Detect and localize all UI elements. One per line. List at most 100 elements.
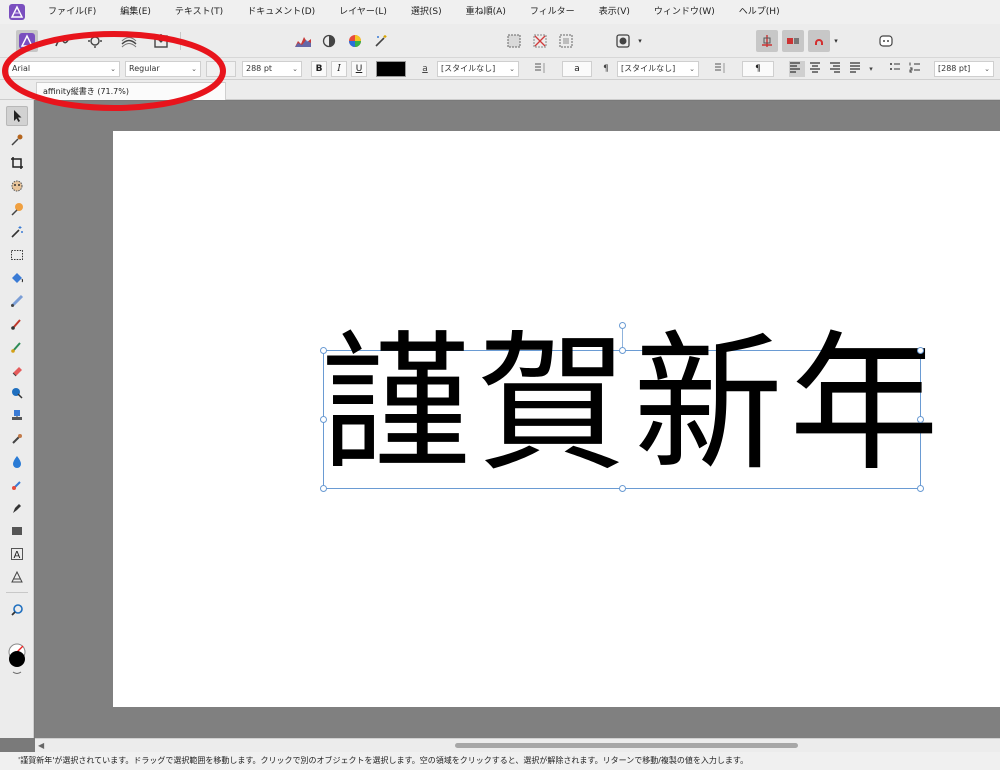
- hsl-icon[interactable]: [344, 30, 366, 52]
- marquee-tool-icon[interactable]: [6, 245, 28, 265]
- text-color-swatch[interactable]: [376, 61, 406, 77]
- quick-mask-chevron-down-icon[interactable]: ▾: [636, 37, 644, 45]
- canvas-area[interactable]: 謹賀新年: [35, 101, 1000, 738]
- document-tab[interactable]: affinity縦書き (71.7%): [36, 82, 226, 100]
- character-style-options-icon[interactable]: [532, 61, 548, 77]
- menu-file[interactable]: ファイル(F): [36, 0, 108, 24]
- levels-icon[interactable]: [292, 30, 314, 52]
- character-style-icon[interactable]: a: [417, 61, 433, 77]
- tools-panel: A: [0, 100, 34, 738]
- paragraph-style-options-icon[interactable]: [712, 61, 728, 77]
- resize-handle-bottom[interactable]: [619, 485, 626, 492]
- align-left-icon[interactable]: [789, 61, 805, 77]
- underline-button[interactable]: U: [351, 61, 367, 77]
- affinity-photo-logo-icon[interactable]: [6, 1, 28, 23]
- artistic-text-tool-icon[interactable]: A: [6, 544, 28, 564]
- flood-select-tool-icon[interactable]: [6, 199, 28, 219]
- scroll-left-arrow-icon[interactable]: ◀: [38, 739, 44, 753]
- crop-tool-icon[interactable]: [6, 153, 28, 173]
- resize-handle-top-left[interactable]: [320, 347, 327, 354]
- magic-wand-tool-icon[interactable]: [6, 222, 28, 242]
- paragraph-mark-button[interactable]: ¶: [742, 61, 774, 77]
- paint-brush-tool-icon[interactable]: [6, 314, 28, 334]
- document-text[interactable]: 謹賀新年: [321, 330, 945, 480]
- color-replacement-brush-tool-icon[interactable]: [6, 337, 28, 357]
- horizontal-scrollbar-thumb[interactable]: [455, 743, 798, 748]
- menu-select[interactable]: 選択(S): [399, 0, 454, 24]
- move-tool-icon[interactable]: [6, 106, 28, 126]
- resize-handle-right[interactable]: [917, 416, 924, 423]
- export-persona-icon[interactable]: [150, 30, 172, 52]
- document-page[interactable]: 謹賀新年: [113, 131, 1000, 707]
- font-size-select[interactable]: 288 pt ⌄: [242, 61, 302, 77]
- select-all-icon[interactable]: [503, 30, 525, 52]
- menu-edit[interactable]: 編集(E): [108, 0, 163, 24]
- dodge-brush-tool-icon[interactable]: [6, 383, 28, 403]
- clone-brush-tool-icon[interactable]: [6, 406, 28, 426]
- menu-view[interactable]: 表示(V): [587, 0, 642, 24]
- paragraph-style-icon[interactable]: ¶: [598, 61, 614, 77]
- liquify-persona-icon[interactable]: [52, 30, 74, 52]
- paragraph-style-select[interactable]: [スタイルなし] ⌄: [617, 61, 699, 77]
- font-family-select[interactable]: Arial ⌄: [8, 61, 120, 77]
- snapping-candidates-icon[interactable]: [782, 30, 804, 52]
- develop-persona-icon[interactable]: [84, 30, 106, 52]
- view-tool-icon[interactable]: [6, 567, 28, 587]
- invert-selection-icon[interactable]: [555, 30, 577, 52]
- resize-handle-top-right[interactable]: [917, 347, 924, 354]
- tone-mapping-persona-icon[interactable]: [118, 30, 140, 52]
- justify-icon[interactable]: [849, 61, 865, 77]
- snapping-icon[interactable]: [756, 30, 778, 52]
- rotation-handle[interactable]: [619, 322, 626, 329]
- menu-layer[interactable]: レイヤー(L): [327, 0, 399, 24]
- mesh-warp-tool-icon[interactable]: [6, 475, 28, 495]
- pen-tool-icon[interactable]: [6, 498, 28, 518]
- leading-select[interactable]: [288 pt] ⌄: [934, 61, 994, 77]
- menu-arrange[interactable]: 重ね順(A): [454, 0, 518, 24]
- rectangle-tool-icon[interactable]: [6, 521, 28, 541]
- italic-button[interactable]: I: [331, 61, 347, 77]
- text-case-button[interactable]: a: [562, 61, 592, 77]
- white-balance-icon[interactable]: [318, 30, 340, 52]
- chevron-down-icon: ⌄: [509, 65, 515, 73]
- font-collection-field[interactable]: [206, 61, 236, 77]
- color-swatches[interactable]: [7, 642, 27, 678]
- smudge-brush-tool-icon[interactable]: [6, 452, 28, 472]
- resize-handle-left[interactable]: [320, 416, 327, 423]
- snapping-chevron-down-icon[interactable]: ▾: [832, 37, 840, 45]
- deselect-icon[interactable]: [529, 30, 551, 52]
- character-style-select[interactable]: [スタイルなし] ⌄: [437, 61, 519, 77]
- selection-brush-tool-icon[interactable]: [6, 176, 28, 196]
- numbered-list-icon[interactable]: [909, 61, 925, 77]
- font-family-value: Arial: [12, 64, 31, 73]
- align-right-icon[interactable]: [829, 61, 845, 77]
- toolbar-separator: [180, 32, 181, 50]
- menu-filters[interactable]: フィルター: [518, 0, 587, 24]
- magnet-snapping-icon[interactable]: [808, 30, 830, 52]
- zoom-tool-icon[interactable]: [6, 600, 28, 620]
- align-center-icon[interactable]: [809, 61, 825, 77]
- assistant-icon[interactable]: [875, 30, 897, 52]
- menu-help[interactable]: ヘルプ(H): [727, 0, 792, 24]
- menu-window[interactable]: ウィンドウ(W): [642, 0, 727, 24]
- fill-tool-icon[interactable]: [6, 268, 28, 288]
- auto-adjust-wand-icon[interactable]: [370, 30, 392, 52]
- chevron-down-icon: ⌄: [689, 65, 695, 73]
- menu-text[interactable]: テキスト(T): [163, 0, 235, 24]
- resize-handle-bottom-right[interactable]: [917, 485, 924, 492]
- selected-text-frame[interactable]: 謹賀新年: [320, 322, 939, 492]
- blemish-removal-tool-icon[interactable]: [6, 429, 28, 449]
- photo-persona-icon[interactable]: [16, 30, 38, 52]
- font-style-select[interactable]: Regular ⌄: [125, 61, 201, 77]
- bullet-list-icon[interactable]: [889, 61, 905, 77]
- quick-mask-icon[interactable]: [612, 30, 634, 52]
- menu-document[interactable]: ドキュメント(D): [235, 0, 327, 24]
- gradient-tool-icon[interactable]: [6, 291, 28, 311]
- horizontal-scrollbar[interactable]: ◀: [35, 738, 1000, 752]
- color-picker-tool-icon[interactable]: [6, 130, 28, 150]
- erase-brush-tool-icon[interactable]: [6, 360, 28, 380]
- resize-handle-top[interactable]: [619, 347, 626, 354]
- resize-handle-bottom-left[interactable]: [320, 485, 327, 492]
- alignment-chevron-down-icon[interactable]: ▾: [866, 61, 876, 77]
- bold-button[interactable]: B: [311, 61, 327, 77]
